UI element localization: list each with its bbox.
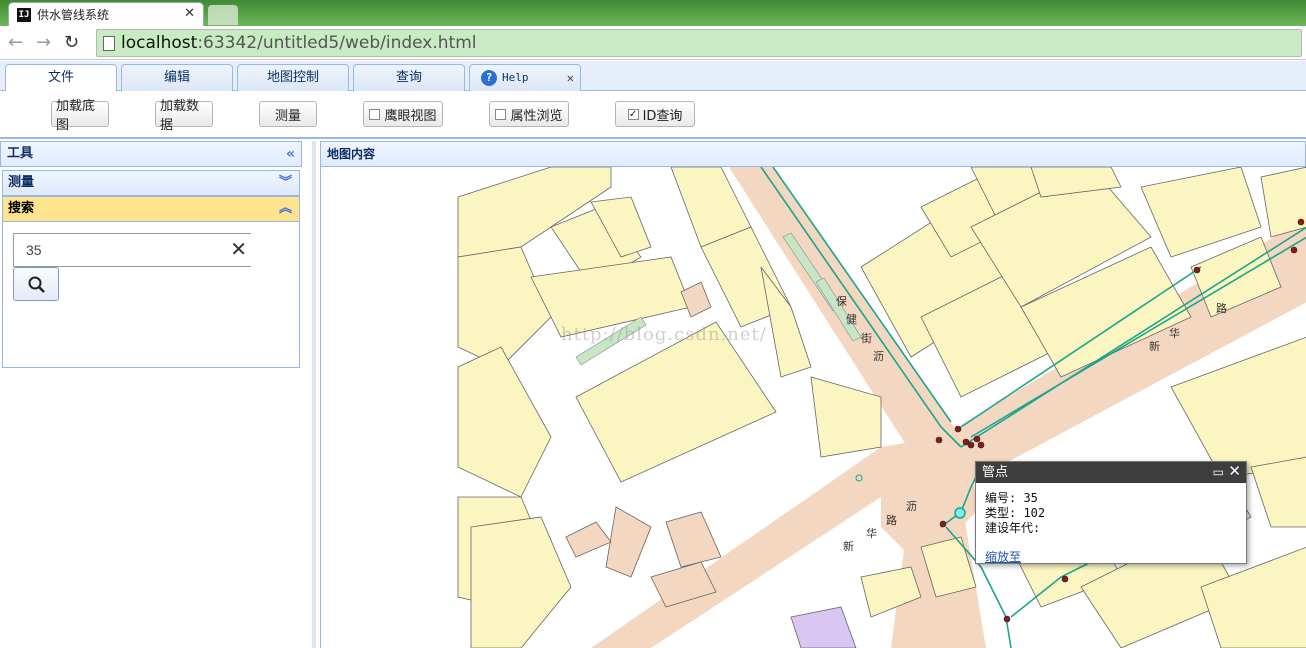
street-label: 华 xyxy=(866,526,877,540)
url-host: localhost xyxy=(121,33,198,53)
help-tab-label: Help xyxy=(502,71,529,84)
search-button[interactable] xyxy=(13,267,59,301)
expand-icon[interactable]: ︾ xyxy=(279,171,292,195)
attribute-browse-checkbox[interactable] xyxy=(495,108,507,120)
reload-icon[interactable]: ↻ xyxy=(64,32,79,53)
tools-panel-header: 工具 « xyxy=(0,141,302,167)
app-favicon-icon: IJ xyxy=(17,7,31,22)
street-label: 健 xyxy=(846,313,857,326)
street-label: 华 xyxy=(1169,326,1180,340)
close-icon[interactable]: ✕ xyxy=(1228,461,1241,482)
attribute-browse-toggle[interactable]: 属性浏览 xyxy=(489,101,569,127)
popup-year-line: 建设年代: xyxy=(985,521,1041,535)
eagle-view-label: 鹰眼视图 xyxy=(384,108,437,124)
popup-title: 管点 xyxy=(982,465,1009,480)
close-help-tab-icon[interactable]: ✕ xyxy=(567,65,574,91)
eagle-view-checkbox[interactable] xyxy=(369,108,381,120)
street-label: 沥 xyxy=(906,500,917,513)
collapse-left-icon[interactable]: « xyxy=(286,142,295,166)
search-icon xyxy=(28,276,45,293)
popup-id-line: 编号: 35 xyxy=(985,491,1038,505)
popup-title-bar: 管点 ▭ ✕ xyxy=(976,462,1246,483)
tab-file[interactable]: 文件 xyxy=(5,64,117,93)
measure-button[interactable]: 测量 xyxy=(259,101,317,127)
tab-help[interactable]: ? Help ✕ xyxy=(469,64,581,92)
new-tab-button[interactable] xyxy=(208,5,238,25)
tools-panel: 工具 « 测量 ︾ 搜索 ︽ 35 ✕ xyxy=(0,141,316,648)
file-ribbon: 加载底图 加载数据 测量 鹰眼视图 属性浏览 ✓ ID查询 xyxy=(0,91,1306,139)
page-icon xyxy=(103,35,115,51)
id-query-checkbox[interactable]: ✓ xyxy=(627,108,639,120)
browser-tab[interactable]: IJ 供水管线系统 ✕ xyxy=(8,2,204,26)
accordion-search-label: 搜索 xyxy=(8,201,35,216)
attribute-browse-label: 属性浏览 xyxy=(510,108,563,124)
browser-title-bar: IJ 供水管线系统 ✕ xyxy=(0,0,1306,26)
street-label: 沥 xyxy=(873,350,884,363)
search-input[interactable]: 35 ✕ xyxy=(13,233,251,267)
close-tab-icon[interactable]: ✕ xyxy=(184,6,195,21)
watermark-text: http://blog.csdn.net/ xyxy=(561,324,767,345)
popup-body: 编号: 35 类型: 102 建设年代: 缩放至 xyxy=(976,483,1246,565)
street-label: 保 xyxy=(836,294,847,308)
accordion-measure[interactable]: 测量 ︾ xyxy=(2,170,300,196)
forward-arrow-icon[interactable]: → xyxy=(36,32,51,53)
url-path: :63342/untitled5/web/index.html xyxy=(197,33,477,53)
feature-info-popup: 管点 ▭ ✕ 编号: 35 类型: 102 建设年代: 缩放至 xyxy=(975,461,1247,564)
eagle-view-toggle[interactable]: 鹰眼视图 xyxy=(363,101,443,127)
map-panel-header: 地图内容 xyxy=(320,141,1306,167)
help-icon: ? xyxy=(481,70,497,86)
accordion-measure-label: 测量 xyxy=(8,175,35,190)
tab-query[interactable]: 查询 xyxy=(353,64,465,92)
street-label: 街 xyxy=(861,331,872,345)
id-query-toggle[interactable]: ✓ ID查询 xyxy=(615,101,695,127)
search-input-value: 35 xyxy=(26,242,42,258)
street-label: 路 xyxy=(1216,302,1227,315)
popup-type-line: 类型: 102 xyxy=(985,506,1046,520)
browser-toolbar: ← → ↻ localhost:63342/untitled5/web/inde… xyxy=(0,26,1306,60)
clear-icon[interactable]: ✕ xyxy=(230,234,247,266)
accordion-search[interactable]: 搜索 ︽ xyxy=(2,196,300,222)
address-bar[interactable]: localhost:63342/untitled5/web/index.html xyxy=(96,29,1302,57)
load-data-button[interactable]: 加载数据 xyxy=(155,99,213,133)
collapse-icon[interactable]: ︽ xyxy=(279,197,292,221)
street-label: 新 xyxy=(1149,339,1160,353)
map-canvas[interactable]: 保 健 街 沥 华 路 新 沥 华 路 新 http://blog.csdn.n… xyxy=(320,167,1306,648)
zoom-to-link[interactable]: 缩放至 xyxy=(985,550,1237,565)
load-basemap-button[interactable]: 加载底图 xyxy=(51,99,109,133)
street-label: 路 xyxy=(886,514,897,527)
map-svg[interactable]: 保 健 街 沥 华 路 新 沥 华 路 新 xyxy=(321,167,1306,648)
selected-node[interactable] xyxy=(954,507,966,519)
browser-tab-title: 供水管线系统 xyxy=(37,8,110,22)
back-arrow-icon[interactable]: ← xyxy=(8,32,23,53)
search-section-body: 35 ✕ xyxy=(2,222,300,368)
street-label: 新 xyxy=(843,539,854,553)
main-tab-strip: 文件 编辑 地图控制 查询 ? Help ✕ xyxy=(0,61,1306,93)
tools-panel-title: 工具 xyxy=(7,146,34,161)
tab-edit[interactable]: 编辑 xyxy=(121,64,233,92)
id-query-label: ID查询 xyxy=(642,108,683,124)
tab-map-control[interactable]: 地图控制 xyxy=(237,64,349,92)
maximize-icon[interactable]: ▭ xyxy=(1213,462,1224,483)
map-panel-title: 地图内容 xyxy=(327,147,376,161)
